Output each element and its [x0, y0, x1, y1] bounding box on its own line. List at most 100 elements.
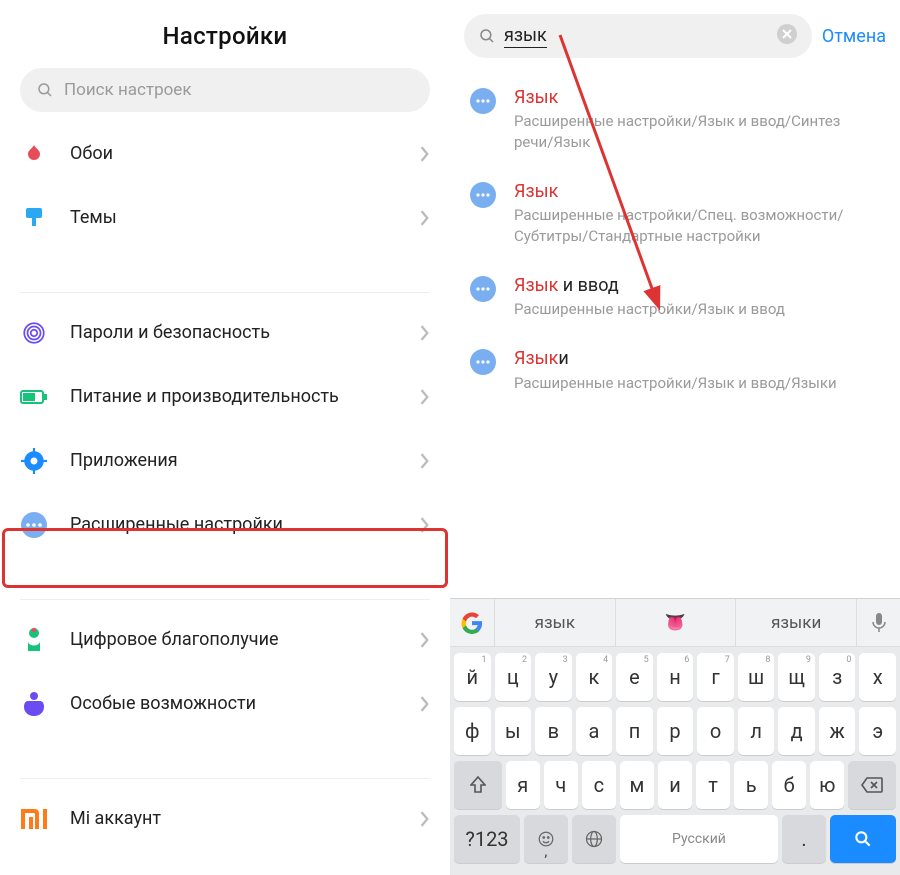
settings-item-label: Питание и производительность	[70, 385, 420, 409]
search-icon	[478, 27, 496, 45]
mi-logo-icon	[20, 805, 48, 833]
settings-search[interactable]: Поиск настроек	[20, 68, 430, 112]
key-globe[interactable]	[572, 815, 616, 863]
chevron-right-icon	[420, 811, 430, 827]
key-letter[interactable]: я	[506, 761, 540, 809]
key-letter[interactable]: э	[859, 707, 896, 755]
chevron-right-icon	[420, 517, 430, 533]
key-letter[interactable]: у3	[535, 653, 572, 701]
key-letter[interactable]: з0	[819, 653, 856, 701]
key-letter[interactable]: в	[535, 707, 572, 755]
settings-item-themes[interactable]: Темы	[0, 186, 450, 250]
keyboard-bottom-row: ?123 , Русский .	[454, 815, 896, 863]
key-search[interactable]	[830, 815, 896, 863]
settings-item-accessibility[interactable]: Особые возможности	[0, 672, 450, 736]
google-icon[interactable]	[450, 612, 494, 634]
gear-icon	[20, 447, 48, 475]
settings-item-label: Пароли и безопасность	[70, 321, 420, 345]
settings-item-battery[interactable]: Питание и производительность	[0, 365, 450, 429]
suggestion-bar: язык 👅 языки	[450, 599, 900, 647]
key-backspace[interactable]	[848, 761, 896, 809]
search-result[interactable]: Языки Расширенные настройки/Язык и ввод/…	[450, 333, 900, 407]
results-list: Язык Расширенные настройки/Язык и ввод/С…	[450, 68, 900, 407]
key-letter[interactable]: о	[697, 707, 734, 755]
key-letter[interactable]: щ9	[778, 653, 815, 701]
search-query: язык	[504, 25, 547, 48]
settings-item-mi-account[interactable]: Mi аккаунт	[0, 787, 450, 851]
key-letter[interactable]: б	[772, 761, 806, 809]
result-path: Расширенные настройки/Язык и ввод	[514, 299, 880, 319]
result-path: Расширенные настройки/Спец. возможности/…	[514, 205, 880, 246]
search-result[interactable]: Язык и ввод Расширенные настройки/Язык и…	[450, 260, 900, 334]
battery-icon	[20, 383, 48, 411]
key-symbols[interactable]: ?123	[454, 815, 520, 863]
key-letter[interactable]: ш8	[738, 653, 775, 701]
key-letter[interactable]: ь	[734, 761, 768, 809]
settings-item-label: Расширенные настройки	[70, 513, 420, 537]
key-letter[interactable]: ц2	[495, 653, 532, 701]
key-letter[interactable]: ч	[544, 761, 578, 809]
key-letter[interactable]: н6	[657, 653, 694, 701]
settings-item-label: Приложения	[70, 449, 420, 473]
search-input[interactable]: язык	[464, 14, 812, 58]
settings-item-label: Обои	[70, 142, 420, 166]
key-space[interactable]: Русский	[620, 815, 778, 863]
key-letter[interactable]: и	[658, 761, 692, 809]
key-letter[interactable]: м	[620, 761, 654, 809]
wallpaper-icon	[20, 140, 48, 168]
accessibility-icon	[20, 690, 48, 718]
settings-item-security[interactable]: Пароли и безопасность	[0, 301, 450, 365]
key-letter[interactable]: к4	[576, 653, 613, 701]
suggestion-emoji[interactable]: 👅	[615, 599, 736, 646]
key-letter[interactable]: ж	[819, 707, 856, 755]
key-letter[interactable]: ф	[454, 707, 491, 755]
chevron-right-icon	[420, 146, 430, 162]
chevron-right-icon	[420, 389, 430, 405]
search-placeholder: Поиск настроек	[64, 80, 192, 100]
key-letter[interactable]: г7	[697, 653, 734, 701]
key-letter[interactable]: д	[778, 707, 815, 755]
clear-icon[interactable]	[776, 23, 798, 49]
key-emoji[interactable]: ,	[524, 815, 568, 863]
settings-item-advanced[interactable]: Расширенные настройки	[0, 493, 450, 557]
settings-list: Обои Темы Пароли и безопасность Питание …	[0, 122, 450, 851]
key-letter[interactable]: ы	[495, 707, 532, 755]
result-title: Язык	[514, 86, 880, 109]
divider	[20, 292, 430, 293]
key-shift[interactable]	[454, 761, 502, 809]
key-letter[interactable]: ю	[810, 761, 844, 809]
settings-item-label: Особые возможности	[70, 692, 420, 716]
key-dot[interactable]: .	[782, 815, 826, 863]
search-result[interactable]: Язык Расширенные настройки/Язык и ввод/С…	[450, 72, 900, 166]
settings-item-apps[interactable]: Приложения	[0, 429, 450, 493]
mic-icon[interactable]	[856, 599, 900, 646]
key-letter[interactable]: т	[696, 761, 730, 809]
dots-icon	[470, 349, 496, 375]
key-letter[interactable]: п	[616, 707, 653, 755]
dots-icon	[470, 276, 496, 302]
dots-icon	[470, 88, 496, 114]
key-letter[interactable]: л	[738, 707, 775, 755]
cancel-link[interactable]: Отмена	[822, 26, 886, 47]
result-path: Расширенные настройки/Язык и ввод/Синтез…	[514, 111, 880, 152]
search-results-pane: язык Отмена Язык Расширенные настройки/Я…	[450, 0, 900, 875]
key-letter[interactable]: е5	[616, 653, 653, 701]
search-result[interactable]: Язык Расширенные настройки/Спец. возможн…	[450, 166, 900, 260]
key-letter[interactable]: р	[657, 707, 694, 755]
result-title: Язык и ввод	[514, 274, 880, 297]
settings-item-label: Темы	[70, 206, 420, 230]
suggestion[interactable]: язык	[494, 599, 615, 646]
settings-item-wellbeing[interactable]: Цифровое благополучие	[0, 608, 450, 672]
page-title: Настройки	[0, 0, 450, 68]
chevron-right-icon	[420, 453, 430, 469]
key-letter[interactable]: а	[576, 707, 613, 755]
settings-pane: Настройки Поиск настроек Обои Темы Парол	[0, 0, 450, 875]
divider	[20, 599, 430, 600]
key-letter[interactable]: х	[859, 653, 896, 701]
settings-item-wallpaper[interactable]: Обои	[0, 122, 450, 186]
result-title: Языки	[514, 347, 880, 370]
settings-item-label: Mi аккаунт	[70, 807, 420, 831]
suggestion[interactable]: языки	[735, 599, 856, 646]
key-letter[interactable]: с	[582, 761, 616, 809]
key-letter[interactable]: й1	[454, 653, 491, 701]
